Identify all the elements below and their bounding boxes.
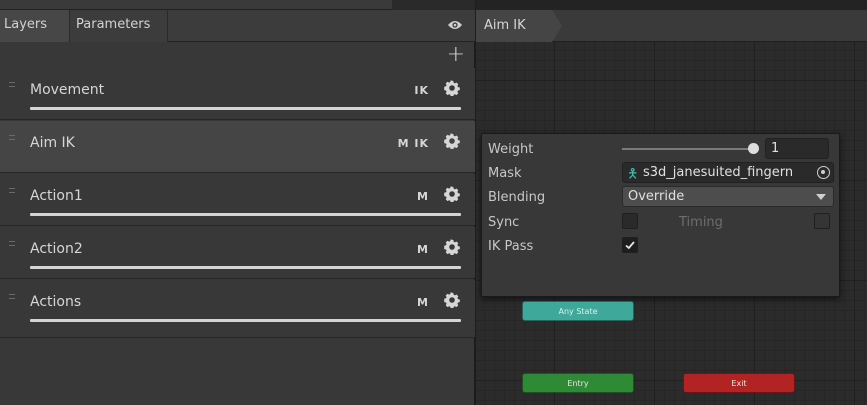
top-strip <box>0 0 475 10</box>
layer-row-action1[interactable]: Action1 M <box>0 174 475 226</box>
gear-icon[interactable] <box>444 80 460 96</box>
layer-name: Action1 <box>30 188 83 204</box>
checkmark-icon <box>625 241 635 250</box>
blending-row: Blending Override <box>482 186 841 207</box>
weight-slider-track[interactable] <box>622 148 750 150</box>
layer-weight-bar <box>30 266 461 269</box>
tab-layers[interactable]: Layers <box>0 10 70 42</box>
layers-panel: Layers Parameters + Movement IK Aim IK M… <box>0 0 475 405</box>
drag-handle-icon[interactable] <box>9 241 15 246</box>
breadcrumb-bar: Aim IK <box>476 10 867 42</box>
blending-value: Override <box>628 189 685 204</box>
ik-pass-row: IK Pass <box>482 236 841 256</box>
layer-row-movement[interactable]: Movement IK <box>0 68 475 120</box>
drag-handle-icon[interactable] <box>9 82 15 87</box>
blending-dropdown[interactable]: Override <box>622 186 834 207</box>
ik-pass-label: IK Pass <box>488 239 534 254</box>
tab-parameters[interactable]: Parameters <box>70 10 168 42</box>
layer-flags: M <box>417 243 429 256</box>
timing-label: Timing <box>679 215 723 230</box>
layer-name: Movement <box>30 82 105 98</box>
gear-icon[interactable] <box>444 186 460 202</box>
layer-row-actions[interactable]: Actions M <box>0 280 475 338</box>
weight-label: Weight <box>488 142 534 157</box>
layer-weight-bar <box>30 213 461 216</box>
layer-name: Action2 <box>30 241 83 257</box>
timing-checkbox[interactable] <box>814 213 830 229</box>
exit-node[interactable]: Exit <box>683 373 795 393</box>
gear-icon[interactable] <box>444 133 460 149</box>
mask-value: s3d_janesuited_fingern <box>643 165 794 180</box>
layer-weight-bar <box>30 319 461 322</box>
gear-icon[interactable] <box>444 239 460 255</box>
sync-row: Sync Timing <box>482 212 841 232</box>
breadcrumb[interactable]: Aim IK <box>476 10 562 42</box>
drag-handle-icon[interactable] <box>9 294 15 299</box>
layer-name: Actions <box>30 294 82 310</box>
layer-flags: M IK <box>397 137 429 150</box>
breadcrumb-arrow <box>552 10 562 42</box>
sync-label: Sync <box>488 215 520 230</box>
top-strip <box>476 0 867 10</box>
blending-label: Blending <box>488 190 546 205</box>
chevron-down-icon <box>816 194 826 200</box>
panel-tab-bar: Layers Parameters <box>0 10 475 42</box>
layer-settings-popup: Weight 1 Mask 🯅 s3d_janesuited_fingern B… <box>481 133 840 297</box>
weight-slider-thumb[interactable] <box>748 143 759 154</box>
layer-weight-bar <box>30 107 461 110</box>
layer-row-aim-ik[interactable]: Aim IK M IK <box>0 121 475 173</box>
add-layer-button[interactable]: + <box>447 43 465 67</box>
layer-row-action2[interactable]: Action2 M <box>0 227 475 279</box>
layer-name: Aim IK <box>30 135 75 151</box>
any-state-node[interactable]: Any State <box>522 301 634 321</box>
weight-row: Weight 1 <box>482 138 841 159</box>
ik-pass-checkbox[interactable] <box>622 237 638 253</box>
drag-handle-icon[interactable] <box>9 135 15 140</box>
mask-field[interactable]: 🯅 s3d_janesuited_fingern <box>622 162 834 183</box>
drag-handle-icon[interactable] <box>9 188 15 193</box>
breadcrumb-label: Aim IK <box>484 18 526 33</box>
object-picker-icon[interactable] <box>817 166 830 179</box>
weight-field[interactable]: 1 <box>765 138 829 159</box>
gear-icon[interactable] <box>444 292 460 308</box>
mask-row: Mask 🯅 s3d_janesuited_fingern <box>482 162 841 183</box>
entry-node[interactable]: Entry <box>522 373 634 393</box>
layer-flags: M <box>417 296 429 309</box>
layer-flags: IK <box>414 84 429 97</box>
avatar-mask-icon: 🯅 <box>627 167 639 182</box>
graph-view[interactable]: Aim IK Weight 1 Mask 🯅 s3d_janesuited_fi… <box>476 0 867 405</box>
add-layer-row: + <box>0 43 475 67</box>
sync-checkbox[interactable] <box>622 213 638 229</box>
layer-flags: M <box>417 190 429 203</box>
mask-label: Mask <box>488 166 522 181</box>
eye-icon[interactable] <box>447 19 463 31</box>
